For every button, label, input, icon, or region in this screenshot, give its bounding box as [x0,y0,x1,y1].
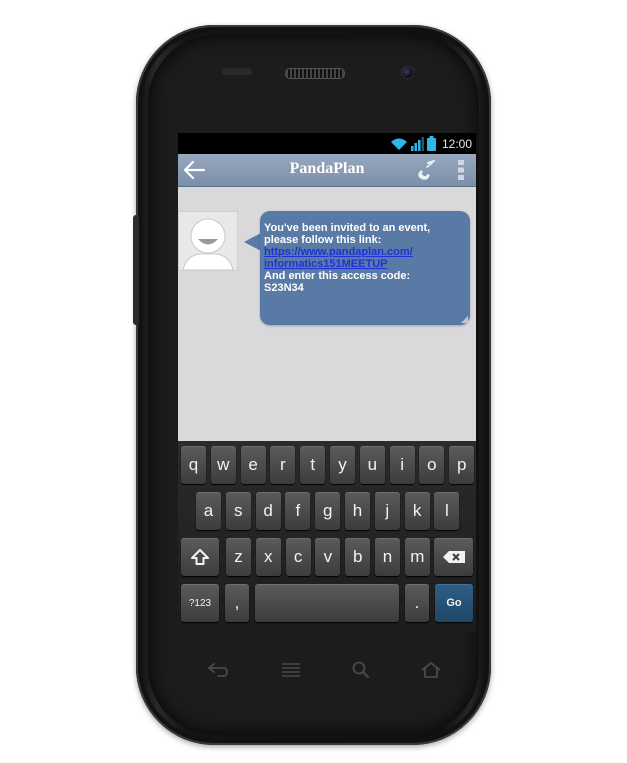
shift-key[interactable] [181,538,219,576]
nav-back-icon [208,663,228,677]
bubble-fold [461,316,468,323]
earpiece-speaker [285,68,345,79]
nav-search-icon [352,661,369,678]
message-line-2: please follow this link: [264,234,382,246]
proximity-sensor [222,68,252,75]
key-q[interactable]: q [181,446,206,484]
key-t[interactable]: t [300,446,326,484]
event-link-line-1[interactable]: https://www.pandaplan.com/ [264,246,464,258]
key-w[interactable]: w [210,446,236,484]
go-key[interactable]: Go [435,584,473,622]
message-line-1: You've been invited to an event, [264,222,431,234]
key-z[interactable]: z [226,538,251,576]
message-text: You've been invited to an event, please … [264,222,464,294]
sender-avatar[interactable] [178,211,238,271]
key-c[interactable]: c [285,538,311,576]
phone-call-icon[interactable] [414,159,438,181]
nav-menu-button[interactable] [273,657,309,683]
soft-keyboard: ?123 , . Go qwertyuiop asdfghjkl zxcvbnm [178,441,476,631]
event-link-line-2[interactable]: informatics151MEETUP [264,258,464,270]
backspace-key[interactable] [434,538,473,576]
key-r[interactable]: r [270,446,296,484]
volume-button [133,215,139,325]
key-v[interactable]: v [315,538,341,576]
key-o[interactable]: o [419,446,445,484]
key-y[interactable]: y [330,446,355,484]
key-i[interactable]: i [389,446,415,484]
period-key[interactable]: . [405,584,429,622]
nav-home-icon [421,662,441,678]
access-code: S23N34 [264,282,304,294]
key-f[interactable]: f [285,492,311,530]
key-g[interactable]: g [315,492,341,530]
nav-search-button[interactable] [343,657,379,683]
comma-key[interactable]: , [225,584,249,622]
signal-icon [410,136,424,151]
backspace-icon [442,551,465,563]
key-j[interactable]: j [374,492,400,530]
shift-icon [191,549,209,565]
space-key[interactable] [255,584,399,622]
nav-recent-icon [282,663,300,677]
wifi-icon [390,138,407,150]
key-n[interactable]: n [375,538,400,576]
status-time: 12:00 [441,136,472,151]
avatar-icon [182,218,234,271]
status-bar: 12:00 [178,133,476,154]
key-e[interactable]: e [240,446,266,484]
nav-back-button[interactable] [200,657,236,683]
key-h[interactable]: h [345,492,370,530]
key-m[interactable]: m [404,538,430,576]
key-b[interactable]: b [345,538,371,576]
action-bar: PandaPlan [178,154,476,187]
nav-home-button[interactable] [413,657,449,683]
key-x[interactable]: x [255,538,281,576]
phone-screen: 12:00 PandaPlan You've been invited to a… [178,133,476,631]
bubble-tail [244,233,261,251]
overflow-menu-icon[interactable] [458,159,464,181]
symbols-key[interactable]: ?123 [181,584,219,622]
conversation-area: You've been invited to an event, please … [178,187,476,441]
battery-icon [426,136,436,151]
key-l[interactable]: l [434,492,460,530]
key-a[interactable]: a [196,492,221,530]
message-bubble[interactable]: You've been invited to an event, please … [260,211,470,325]
key-s[interactable]: s [225,492,251,530]
status-icons: 12:00 [390,135,472,152]
key-u[interactable]: u [359,446,385,484]
key-p[interactable]: p [449,446,475,484]
front-camera [401,66,414,79]
message-line-3: And enter this access code: [264,270,411,282]
key-k[interactable]: k [404,492,430,530]
key-d[interactable]: d [255,492,281,530]
